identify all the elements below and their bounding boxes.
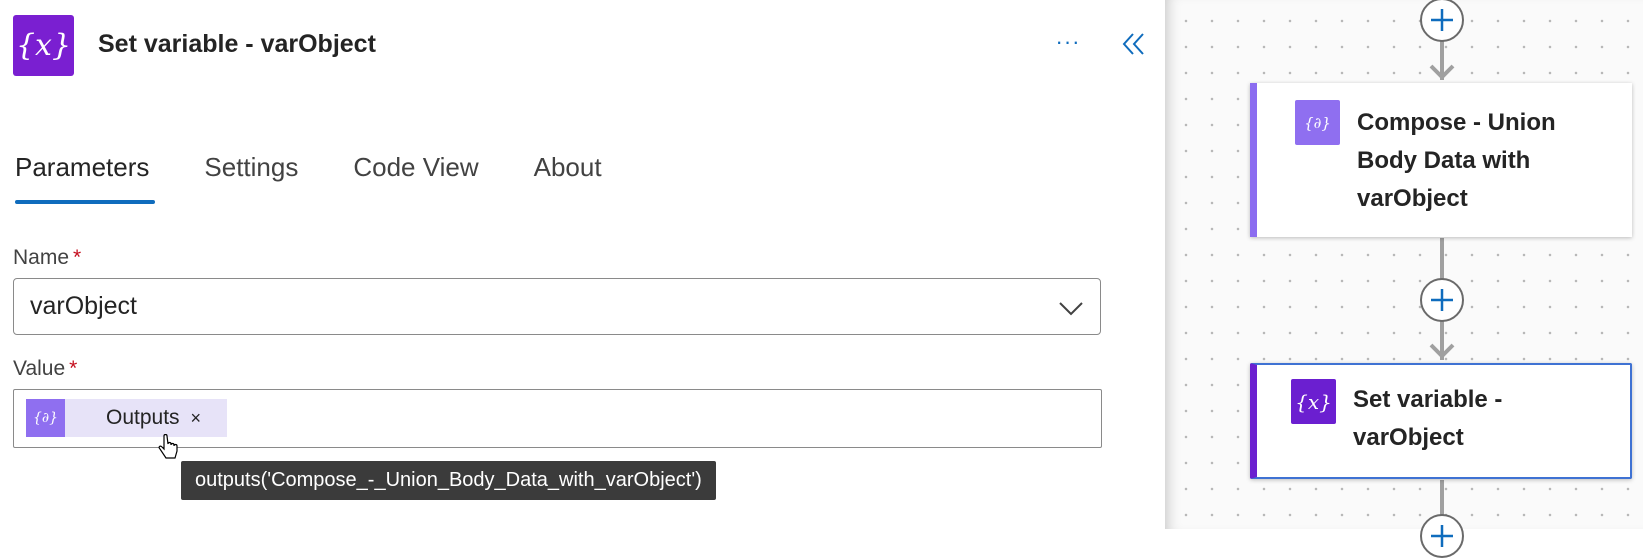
collapse-panel-button[interactable] (1116, 26, 1152, 62)
tab-list: Parameters Settings Code View About (15, 150, 657, 204)
more-options-button[interactable]: ··· (1050, 24, 1086, 60)
name-label-text: Name (13, 246, 70, 269)
arrow-down-icon (1429, 343, 1455, 359)
tab-code-view[interactable]: Code View (353, 150, 478, 204)
tab-about[interactable]: About (534, 150, 602, 204)
variable-icon: {x} (13, 15, 74, 76)
plus-icon (1431, 289, 1453, 311)
panel-title: Set variable - varObject (98, 30, 376, 58)
name-field-label: Name * (13, 246, 81, 270)
outputs-token[interactable]: {∂} Outputs × (26, 399, 227, 437)
arrow-down-icon (1429, 64, 1455, 80)
insert-step-button[interactable] (1420, 514, 1464, 558)
plus-icon (1431, 9, 1453, 31)
insert-step-button[interactable] (1420, 278, 1464, 322)
hand-cursor-icon (158, 434, 178, 459)
compose-icon: {∂} (1295, 100, 1340, 145)
name-dropdown-value: varObject (30, 292, 137, 320)
required-marker: * (73, 246, 82, 269)
value-label-text: Value (13, 357, 66, 380)
card-title-line: varObject (1357, 185, 1468, 212)
token-label: Outputs (106, 406, 180, 429)
remove-token-button[interactable]: × (191, 408, 202, 429)
card-title: Set variable - varObject (1353, 381, 1502, 457)
double-chevron-left-icon (1122, 33, 1144, 55)
card-title: Compose - Union Body Data with varObject (1357, 104, 1556, 218)
card-title-line: Body Data with (1357, 147, 1531, 174)
variable-icon: {x} (1291, 379, 1336, 424)
value-field-label: Value * (13, 357, 77, 381)
set-variable-action-card[interactable]: {x} Set variable - varObject (1250, 363, 1632, 479)
expression-tooltip: outputs('Compose_-_Union_Body_Data_with_… (181, 461, 716, 500)
card-title-line: Set variable - (1353, 386, 1503, 413)
insert-step-button[interactable] (1420, 0, 1464, 42)
card-title-line: varObject (1353, 424, 1464, 451)
tab-settings[interactable]: Settings (204, 150, 298, 204)
name-dropdown[interactable]: varObject (13, 278, 1101, 335)
compose-icon: {∂} (26, 399, 65, 437)
plus-icon (1431, 525, 1453, 547)
compose-action-card[interactable]: {∂} Compose - Union Body Data with varOb… (1250, 83, 1632, 237)
chevron-down-icon (1059, 302, 1083, 316)
card-title-line: Compose - Union (1357, 109, 1556, 136)
tab-parameters[interactable]: Parameters (15, 150, 156, 204)
required-marker: * (69, 357, 78, 380)
action-details-panel: {x} Set variable - varObject ··· Paramet… (0, 0, 1165, 529)
